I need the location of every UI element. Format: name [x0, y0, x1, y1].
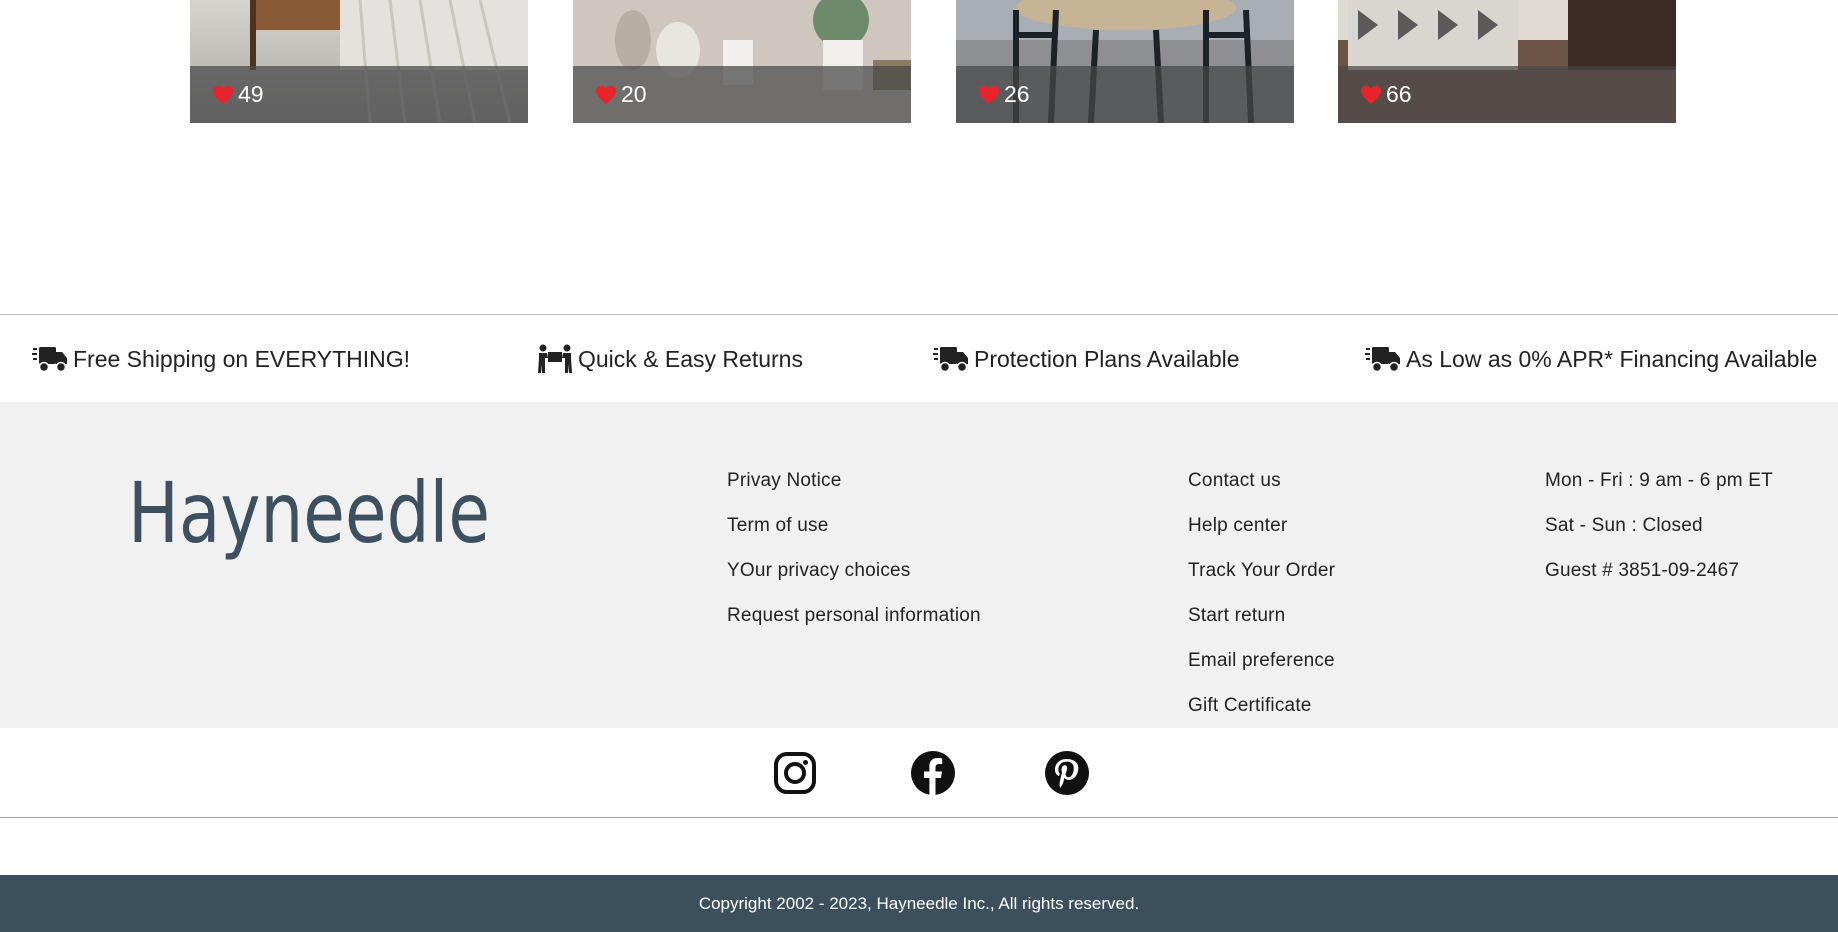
feature-protection-plans: Protection Plans Available: [933, 339, 1240, 379]
feature-label: Quick & Easy Returns: [578, 345, 803, 372]
instagram-icon[interactable]: [772, 750, 818, 796]
track-order-link[interactable]: Track Your Order: [1188, 548, 1335, 593]
footer: Hayneedle Privay Notice Term of use YOur…: [0, 402, 1838, 728]
weekend-hours: Sat - Sun : Closed: [1545, 515, 1703, 536]
email-preference-link[interactable]: Email preference: [1188, 638, 1335, 683]
likes-bar: 66: [1338, 66, 1676, 123]
pinterest-icon[interactable]: [1044, 750, 1090, 796]
likes-count: 66: [1386, 81, 1412, 107]
movers-icon: [538, 344, 572, 373]
inspiration-gallery: 49 20 26 66: [190, 0, 1676, 123]
help-links: Contact us Help center Track Your Order …: [1188, 458, 1335, 728]
feature-label: Free Shipping on EVERYTHING!: [73, 345, 411, 372]
hayneedle-logo[interactable]: Hayneedle: [128, 470, 498, 560]
start-return-link[interactable]: Start return: [1188, 593, 1335, 638]
feature-label: As Low as 0% APR* Financing Available: [1406, 345, 1818, 372]
store-hours: Mon - Fri : 9 am - 6 pm ET Sat - Sun : C…: [1545, 458, 1773, 593]
weekday-hours: Mon - Fri : 9 am - 6 pm ET: [1545, 470, 1773, 491]
gallery-card-3[interactable]: 26: [956, 0, 1294, 123]
svg-text:Hayneedle: Hayneedle: [128, 470, 490, 560]
facebook-icon[interactable]: [910, 750, 956, 796]
heart-icon[interactable]: [212, 85, 234, 105]
delivery-truck-icon: [32, 347, 67, 373]
gallery-card-1[interactable]: 49: [190, 0, 528, 123]
gallery-card-4[interactable]: 66: [1338, 0, 1676, 123]
feature-free-shipping: Free Shipping on EVERYTHING!: [32, 339, 410, 379]
likes-bar: 49: [190, 66, 528, 123]
delivery-truck-icon: [933, 347, 968, 373]
gallery-card-2[interactable]: 20: [573, 0, 911, 123]
likes-count: 49: [238, 81, 264, 107]
terms-of-use-link[interactable]: Term of use: [727, 503, 981, 548]
heart-icon[interactable]: [595, 85, 617, 105]
request-info-link[interactable]: Request personal information: [727, 593, 981, 638]
heart-icon[interactable]: [1360, 85, 1382, 105]
copyright-bar: Copyright 2002 - 2023, Hayneedle Inc., A…: [0, 875, 1838, 932]
delivery-truck-icon: [1365, 347, 1400, 373]
legal-links: Privay Notice Term of use YOur privacy c…: [727, 458, 981, 638]
likes-bar: 26: [956, 66, 1294, 123]
page: 49 20 26 66 Free Shipping on EVERYTHING!…: [0, 0, 1838, 932]
privacy-choices-link[interactable]: YOur privacy choices: [727, 548, 981, 593]
privacy-notice-link[interactable]: Privay Notice: [727, 458, 981, 503]
likes-count: 20: [621, 81, 647, 107]
feature-returns: Quick & Easy Returns: [537, 339, 803, 379]
copyright-text: Copyright 2002 - 2023, Hayneedle Inc., A…: [698, 893, 1140, 913]
likes-count: 26: [1004, 81, 1030, 107]
help-center-link[interactable]: Help center: [1188, 503, 1335, 548]
gift-certificate-link[interactable]: Gift Certificate: [1188, 683, 1335, 728]
feature-label: Protection Plans Available: [974, 345, 1240, 372]
guest-phone: Guest # 3851-09-2467: [1545, 560, 1740, 581]
likes-bar: 20: [573, 66, 911, 123]
feature-financing: As Low as 0% APR* Financing Available: [1365, 339, 1817, 379]
heart-icon[interactable]: [978, 85, 1000, 105]
social-links: [0, 728, 1838, 818]
features-strip: Free Shipping on EVERYTHING! Quick & Eas…: [0, 314, 1838, 402]
contact-us-link[interactable]: Contact us: [1188, 458, 1335, 503]
